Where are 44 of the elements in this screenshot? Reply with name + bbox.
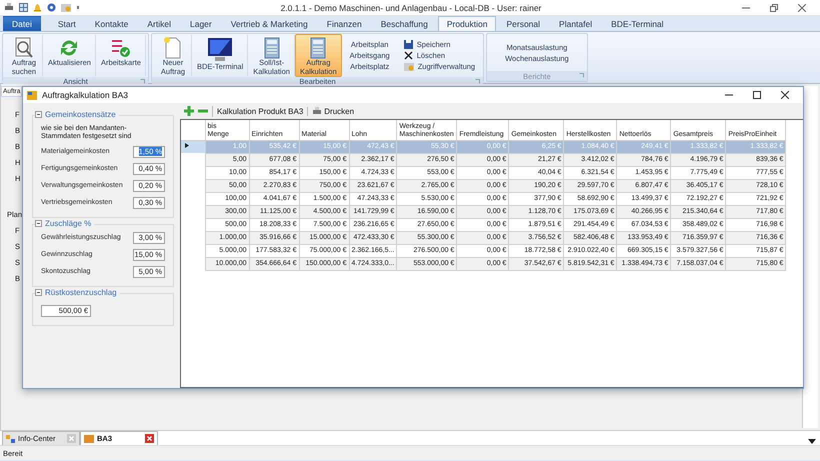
close-icon — [404, 51, 413, 60]
dialog-title: Auftragkalkulation BA3 — [42, 90, 129, 100]
save-icon — [404, 40, 413, 50]
ribbon-tab[interactable]: Start — [48, 16, 85, 31]
ribbon-tab[interactable]: Vertrieb & Marketing — [222, 16, 317, 31]
collapse-icon[interactable] — [35, 289, 42, 296]
bell-icon[interactable] — [33, 3, 42, 12]
collapse-icon[interactable] — [35, 111, 42, 118]
group-title: Rüstkostenzuschlag — [45, 288, 117, 298]
toolbar-label: Kalkulation Produkt BA3 — [217, 106, 304, 116]
maximize-icon[interactable] — [753, 91, 761, 99]
row-pointer-icon — [185, 143, 189, 148]
help-icon[interactable] — [47, 3, 56, 12]
launcher-icon[interactable] — [475, 79, 480, 84]
search-icon — [13, 37, 35, 59]
ribbon-tab[interactable]: Finanzen — [318, 16, 371, 31]
restore-icon[interactable] — [770, 4, 778, 12]
grid-icon[interactable] — [19, 3, 28, 12]
ribbon-tab[interactable]: Beschaffung — [372, 16, 437, 31]
printer-icon[interactable] — [4, 3, 14, 12]
ribbon-tab[interactable]: Plantafel — [550, 16, 602, 31]
network-icon — [6, 434, 15, 442]
close-icon[interactable] — [798, 4, 806, 12]
ribbon-tab[interactable]: Produktion — [438, 16, 496, 31]
print-button[interactable]: Drucken — [307, 106, 354, 116]
folder-icon — [84, 434, 94, 443]
collapse-icon[interactable] — [35, 220, 42, 228]
ribbon-tab[interactable]: BDE-Terminal — [602, 16, 673, 31]
add-icon[interactable] — [184, 106, 194, 116]
ribbon-tab[interactable]: Lager — [180, 16, 221, 31]
ribbon-tab[interactable]: Kontakte — [86, 16, 138, 31]
group-title: Gemeinkostensätze — [45, 110, 116, 119]
ribbon-tab[interactable]: Artikel — [138, 16, 180, 31]
printer-icon — [312, 106, 322, 116]
window-icon — [27, 90, 37, 100]
folder-icon — [404, 62, 414, 72]
ribbon-tab[interactable]: Personal — [497, 16, 550, 31]
row-header[interactable] — [181, 140, 205, 153]
close-icon[interactable] — [781, 91, 789, 99]
file-menu-tab[interactable]: Datei — [3, 16, 41, 31]
folder-icon[interactable] — [61, 3, 71, 12]
launcher-icon[interactable] — [140, 79, 145, 84]
window-title: 2.0.1.1 - Demo Maschinen- und Anlagenbau - Local-DB - User: rainer — [280, 2, 542, 12]
group-title: Zuschläge % — [45, 219, 92, 228]
